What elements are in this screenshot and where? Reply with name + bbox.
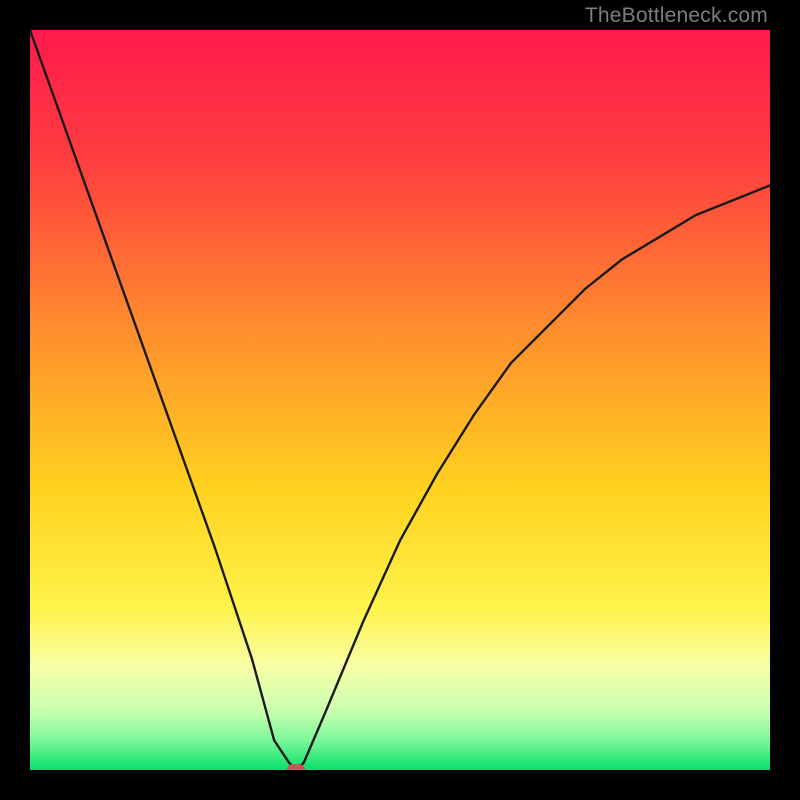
plot-area bbox=[30, 30, 770, 770]
watermark-text: TheBottleneck.com bbox=[585, 4, 768, 28]
bottleneck-curve bbox=[30, 30, 770, 770]
optimal-marker bbox=[287, 764, 305, 770]
